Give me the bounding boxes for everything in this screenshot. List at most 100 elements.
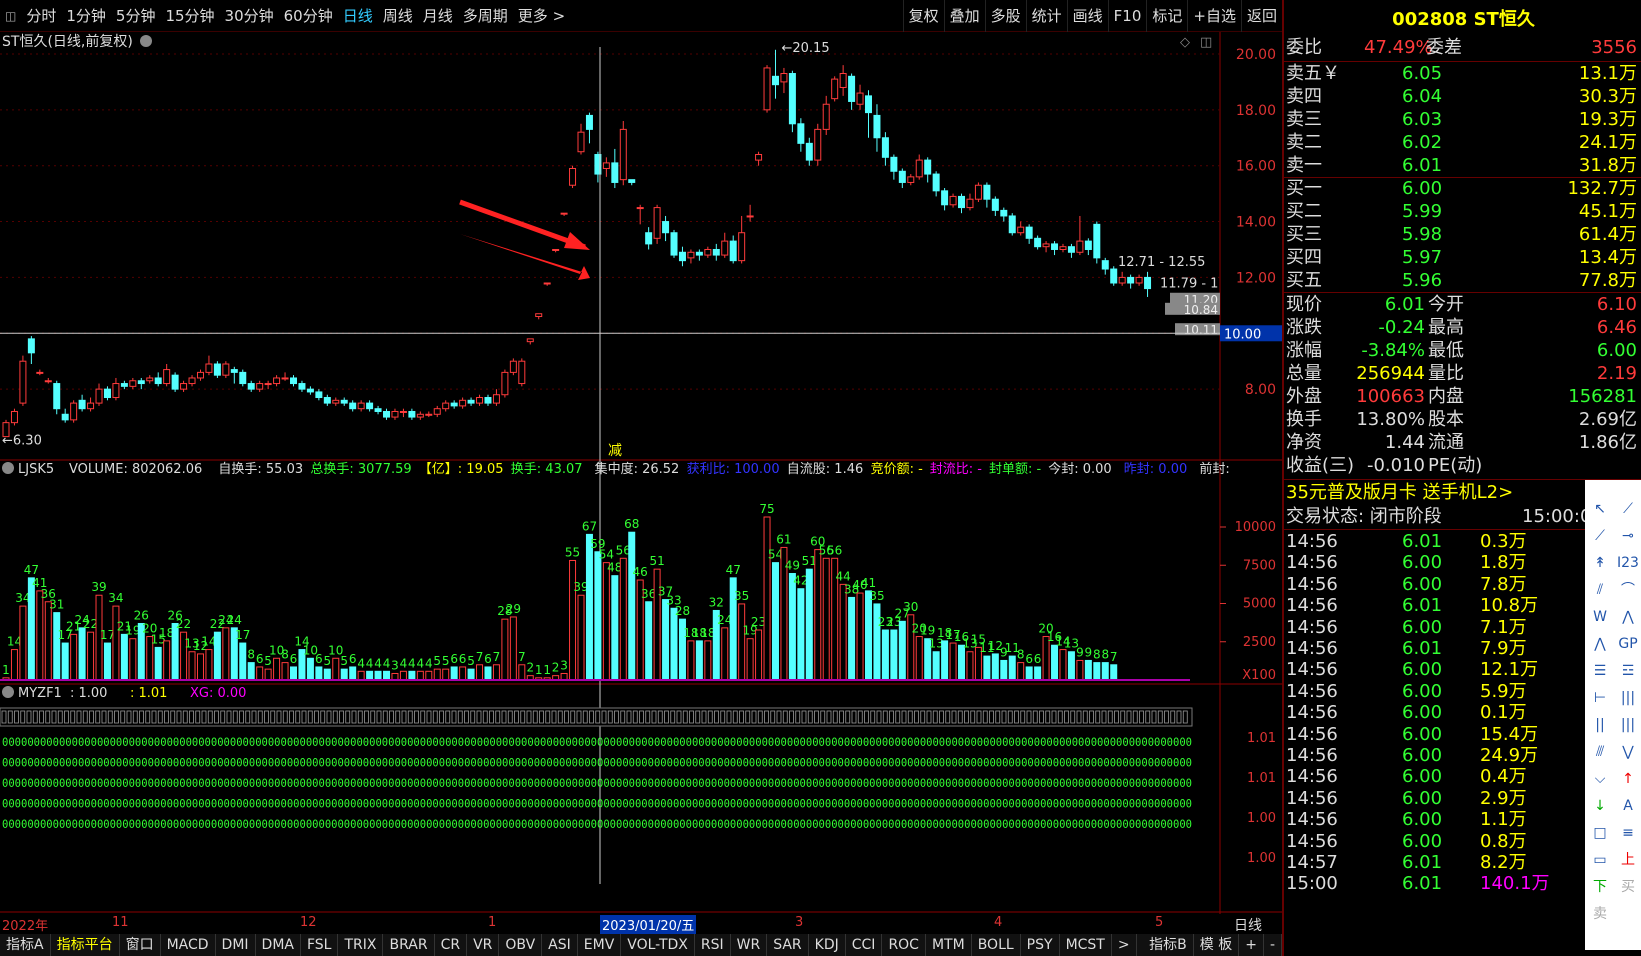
arrow-down-icon[interactable]: ↓ — [1589, 795, 1611, 817]
indicator-tab-21[interactable]: MTM — [926, 934, 972, 956]
indicator-tab-20[interactable]: ROC — [882, 934, 926, 956]
indicator-tab-7[interactable]: TRIX — [338, 934, 384, 956]
gp-icon[interactable]: ☰ — [1589, 660, 1611, 682]
volume-bar — [1110, 664, 1118, 681]
buy-icon[interactable]: 买 — [1617, 876, 1639, 898]
indicator-tab-0[interactable]: 指标A — [0, 934, 51, 956]
i23-icon[interactable]: I23 — [1617, 552, 1639, 574]
volume-bar — [569, 559, 577, 681]
volume-bar — [585, 533, 593, 681]
gann-icon[interactable]: ⋀ — [1617, 606, 1639, 628]
indicator-tab-29[interactable]: - — [1264, 934, 1282, 956]
indicator-tab-8[interactable]: BRAR — [383, 934, 435, 956]
indicator-tab-13[interactable]: EMV — [578, 934, 622, 956]
indicator-tab-1[interactable]: 指标平台 — [51, 934, 120, 956]
line-icon[interactable]: ⟋ — [1617, 498, 1639, 520]
period-tab-6[interactable]: 日线 — [338, 0, 378, 32]
period-tab-4[interactable]: 30分钟 — [220, 0, 279, 32]
window-icon[interactable]: ◫ — [1200, 35, 1212, 50]
chevron-down-icon[interactable] — [140, 35, 152, 47]
menu-icon[interactable]: ◫ — [0, 0, 21, 32]
tool-button-7[interactable]: +自选 — [1187, 0, 1241, 32]
tool-button-6[interactable]: 标记 — [1146, 0, 1187, 32]
period-tab-0[interactable]: 分时 — [21, 0, 61, 32]
cursor-icon[interactable]: ↖ — [1589, 498, 1611, 520]
text-icon[interactable]: ⊢ — [1589, 687, 1611, 709]
tool-button-1[interactable]: 叠加 — [943, 0, 985, 32]
indicator-tab-19[interactable]: CCI — [846, 934, 883, 956]
text-a-icon[interactable]: A — [1617, 795, 1639, 817]
indicator-tab-26[interactable]: 指标B — [1143, 934, 1194, 956]
indicator-tab-6[interactable]: FSL — [301, 934, 339, 956]
indicator-tab-18[interactable]: KDJ — [809, 934, 846, 956]
period-tab-2[interactable]: 5分钟 — [111, 0, 161, 32]
indicator-tab-16[interactable]: WR — [731, 934, 768, 956]
candle — [366, 400, 374, 412]
indicator-tab-5[interactable]: DMA — [256, 934, 301, 956]
chevron-down-icon[interactable] — [2, 462, 14, 474]
arrow-icon[interactable]: ↟ — [1589, 552, 1611, 574]
channel-icon[interactable]: ☲ — [1617, 660, 1639, 682]
period-tab-8[interactable]: 月线 — [418, 0, 458, 32]
tool-button-2[interactable]: 多股 — [984, 0, 1026, 32]
period-tab-10[interactable]: 更多 > — [513, 0, 570, 32]
indicator-tab-17[interactable]: SAR — [767, 934, 809, 956]
parallel-icon[interactable]: ⫽ — [1589, 579, 1611, 601]
note-icon[interactable]: ≡ — [1617, 822, 1639, 844]
period-tab-1[interactable]: 1分钟 — [61, 0, 111, 32]
period-tab-3[interactable]: 15分钟 — [160, 0, 219, 32]
fan-icon[interactable]: ⋁ — [1617, 741, 1639, 763]
hline-icon[interactable]: ||| — [1617, 687, 1639, 709]
indicator-tab-14[interactable]: VOL-TDX — [621, 934, 695, 956]
indicator-tab-25[interactable]: > — [1112, 934, 1137, 956]
period-tab-5[interactable]: 60分钟 — [279, 0, 338, 32]
sell-icon[interactable]: 卖 — [1589, 903, 1611, 925]
indicator-tab-2[interactable]: 窗口 — [120, 934, 161, 956]
volume-header-item: 【亿】: 19.05 — [419, 462, 504, 477]
diamond-icon[interactable]: ◇ — [1180, 35, 1190, 50]
volume-bar — [763, 516, 771, 681]
indicator-tab-9[interactable]: CR — [435, 934, 468, 956]
indicator-tab-10[interactable]: VR — [467, 934, 500, 956]
down-label-icon[interactable]: 下 — [1589, 876, 1611, 898]
arrow-up-icon[interactable]: ↑ — [1617, 768, 1639, 790]
arc-icon[interactable]: ⌒ — [1617, 579, 1639, 601]
tick-time: 14:56 — [1286, 809, 1338, 831]
ruler-icon[interactable]: ▭ — [1589, 849, 1611, 871]
volume-header-item: 竞价额: - — [871, 461, 924, 477]
indicator-tab-23[interactable]: PSY — [1021, 934, 1060, 956]
segment-icon[interactable]: ⊸ — [1617, 525, 1639, 547]
down-icon[interactable]: ⌵ — [1589, 768, 1611, 790]
tool-button-3[interactable]: 统计 — [1025, 0, 1067, 32]
tool-button-0[interactable]: 复权 — [902, 0, 944, 32]
up-label-icon[interactable]: 上 — [1617, 849, 1639, 871]
volume-bar — [366, 670, 374, 681]
indicator-tab-28[interactable]: + — [1239, 934, 1264, 956]
period-tab-7[interactable]: 周线 — [378, 0, 418, 32]
rect-icon[interactable]: □ — [1589, 822, 1611, 844]
indicator-tab-15[interactable]: RSI — [695, 934, 731, 956]
fib-icon[interactable]: GP — [1617, 633, 1639, 655]
peak-icon[interactable]: ⋀ — [1589, 633, 1611, 655]
indicator-tab-3[interactable]: MACD — [161, 934, 216, 956]
indicator-tab-22[interactable]: BOLL — [972, 934, 1021, 956]
wave-icon[interactable]: W — [1589, 606, 1611, 628]
bars2-icon[interactable]: ⫻ — [1589, 741, 1611, 763]
tool-button-8[interactable]: 返回 — [1240, 0, 1282, 32]
indicator-tab-27[interactable]: 模 板 — [1194, 934, 1240, 956]
indicator-tab-11[interactable]: OBV — [499, 934, 543, 956]
indicator-tab-24[interactable]: MCST — [1060, 934, 1112, 956]
tool-button-4[interactable]: 画线 — [1066, 0, 1108, 32]
indicator-tab-4[interactable]: DMI — [216, 934, 256, 956]
vline-icon[interactable]: || — [1589, 714, 1611, 736]
tool-button-5[interactable]: F10 — [1107, 0, 1147, 32]
candle — [974, 182, 982, 202]
ray-icon[interactable]: ⟋ — [1589, 525, 1611, 547]
volume-label: 55 — [565, 545, 580, 559]
bars-icon[interactable]: ||| — [1617, 714, 1639, 736]
indicator-tab-12[interactable]: ASI — [542, 934, 578, 956]
period-tab-9[interactable]: 多周期 — [458, 0, 513, 32]
chart-area[interactable]: ST恒久(日线,前复权)◇◫20.0018.0016.0014.0012.001… — [0, 32, 1282, 914]
candle — [729, 235, 737, 264]
chevron-down-icon[interactable] — [2, 686, 14, 698]
